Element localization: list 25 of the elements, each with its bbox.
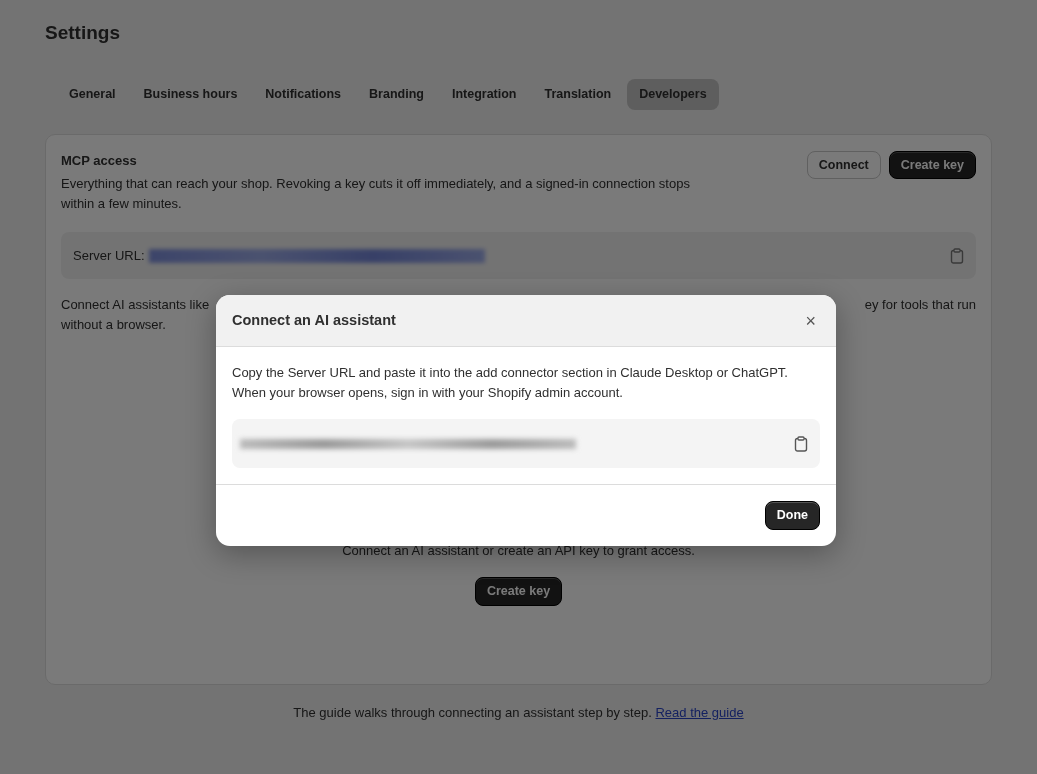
clipboard-icon[interactable]	[950, 247, 964, 264]
section-title: MCP access	[61, 151, 138, 170]
tab[interactable]: Integration	[439, 78, 529, 110]
guide-link[interactable]: Read the guide	[655, 704, 744, 720]
server-url-field: Server URL:	[61, 232, 976, 280]
section-description: Everything that can reach your shop. Revoking a key cuts it off immediately, and a signed-in connection stops within a few minutes.	[61, 175, 691, 214]
dialog-text: Copy the Server URL and paste it into the add connector section in Claude Desktop or ChatGPT. When your browser opens, sign in with your Shopify admin account.	[232, 364, 789, 402]
footer-text: The guide walks through connecting an assistant step by step.	[293, 704, 652, 720]
intro-text: Connect AI assistants like without a browser.	[61, 296, 210, 335]
intro-text: ey for tools that run	[864, 296, 976, 315]
empty-state-text: Connect an AI assistant or create an API key to grant access.	[341, 542, 696, 561]
tab[interactable]: General	[57, 78, 128, 110]
tab[interactable]: Notifications	[253, 78, 354, 110]
connect-button[interactable]: Connect	[806, 150, 881, 180]
clipboard-icon[interactable]	[794, 435, 808, 452]
create-key-button[interactable]: Create key	[888, 150, 976, 180]
close-button[interactable]: ×	[801, 311, 820, 330]
tab[interactable]: Business hours	[131, 78, 250, 110]
tab[interactable]: Developers	[627, 78, 719, 110]
done-button[interactable]: Done	[764, 501, 820, 530]
tab[interactable]: Branding	[357, 78, 436, 110]
page-title: Settings	[45, 22, 121, 45]
tab[interactable]: Translation	[532, 78, 624, 110]
dialog-title: Connect an AI assistant	[232, 310, 396, 330]
create-key-button[interactable]: Create key	[474, 576, 563, 606]
